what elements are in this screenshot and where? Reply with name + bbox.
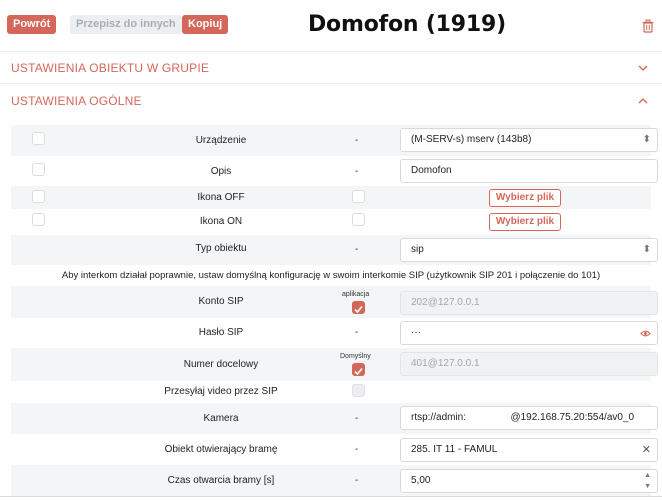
check-icon	[354, 305, 363, 314]
gate-object-dash: -	[355, 444, 359, 455]
target-number-label: Numer docelowy	[183, 359, 259, 370]
gate-object-row: Obiekt otwierający bramę - 285. IT 11 - …	[11, 434, 658, 465]
sip-account-tag: aplikacja	[342, 291, 370, 298]
object-type-select[interactable]: sip ⬍	[400, 238, 658, 262]
sip-info-note: Aby interkom działał poprawnie, ustaw do…	[61, 270, 601, 281]
sip-account-checkbox[interactable]	[352, 301, 365, 314]
page-title: Domofon (1919)	[308, 12, 506, 37]
description-label: Opis	[210, 166, 232, 177]
description-checkbox[interactable]	[32, 163, 45, 176]
sip-password-input[interactable]: ···	[400, 321, 658, 345]
device-value: (M-SERV-s) mserv (143b8)	[411, 134, 532, 145]
select-arrows-icon: ⬍	[642, 134, 651, 145]
device-checkbox[interactable]	[32, 132, 45, 145]
description-dash: -	[355, 166, 359, 177]
object-type-dash: -	[355, 244, 359, 255]
gate-time-label: Czas otwarcia bramy [s]	[167, 475, 275, 486]
general-settings-section[interactable]: USTAWIENIA OGÓLNE	[0, 83, 662, 123]
sip-account-row: Konto SIP aplikacja 202@127.0.0.1	[11, 286, 658, 318]
sip-account-label: Konto SIP	[198, 296, 244, 307]
target-number-checkbox[interactable]	[352, 363, 365, 376]
sip-password-row: Hasło SIP - ···	[11, 318, 658, 348]
chevron-down-icon[interactable]	[637, 62, 649, 74]
device-select[interactable]: (M-SERV-s) mserv (143b8) ⬍	[400, 128, 658, 152]
check-icon	[354, 367, 363, 376]
object-type-value: sip	[411, 244, 424, 255]
target-number-row: Numer docelowy Domyślny 401@127.0.0.1	[11, 348, 658, 381]
icon-on-checkbox[interactable]	[32, 213, 45, 226]
back-button[interactable]: Powrót	[7, 15, 57, 34]
eye-icon[interactable]	[640, 328, 651, 339]
icon-on-row: Ikona ON Wybierz plik	[11, 209, 651, 234]
description-value: Domofon	[411, 165, 452, 176]
gate-time-stepper[interactable]: 5,00 ▲ ▼	[400, 469, 658, 493]
gate-time-dash: -	[355, 475, 359, 486]
device-label: Urządzenie	[195, 135, 247, 146]
group-settings-section[interactable]: USTAWIENIA OBIEKTU W GRUPIE	[0, 51, 662, 83]
target-number-value: 401@127.0.0.1	[411, 358, 480, 369]
gate-time-row: Czas otwarcia bramy [s] - 5,00 ▲ ▼	[11, 465, 658, 496]
icon-on-choose-file-button[interactable]: Wybierz plik	[489, 213, 561, 231]
camera-dash: -	[355, 413, 359, 424]
camera-value: rtsp://admin: @192.168.75.20:554/av0_0	[411, 412, 635, 423]
sip-account-value: 202@127.0.0.1	[411, 297, 480, 308]
gate-object-value: 285. IT 11 - FAMUL	[411, 444, 498, 455]
device-dash: -	[355, 135, 359, 146]
video-sip-label: Przesyłaj video przez SIP	[164, 386, 278, 397]
gate-object-select[interactable]: 285. IT 11 - FAMUL ✕	[400, 438, 658, 462]
target-number-input[interactable]: 401@127.0.0.1	[400, 352, 658, 376]
icon-off-label: Ikona OFF	[197, 192, 245, 203]
copy-button[interactable]: Kopiuj	[182, 15, 229, 34]
top-toolbar: Powrót Przepisz do innych Kopiuj Domofon…	[0, 0, 662, 52]
icon-off-choose-file-button[interactable]: Wybierz plik	[489, 189, 561, 207]
sip-password-label: Hasło SIP	[198, 327, 244, 338]
camera-label: Kamera	[203, 413, 239, 424]
icon-on-mid-checkbox[interactable]	[352, 213, 365, 226]
description-row: Opis - Domofon	[11, 156, 658, 186]
object-type-label: Typ obiektu	[195, 243, 247, 254]
camera-input[interactable]: rtsp://admin: @192.168.75.20:554/av0_0	[400, 406, 658, 430]
icon-off-row: Ikona OFF Wybierz plik	[11, 186, 651, 209]
camera-row: Kamera - rtsp://admin: @192.168.75.20:55…	[11, 403, 658, 434]
sip-password-value: ···	[411, 327, 421, 338]
icon-on-label: Ikona ON	[199, 216, 243, 227]
sip-password-dash: -	[355, 327, 359, 338]
icon-off-checkbox[interactable]	[32, 190, 45, 203]
video-sip-row: Przesyłaj video przez SIP	[11, 381, 651, 403]
gate-time-value: 5,00	[411, 475, 431, 486]
device-row: Urządzenie - (M-SERV-s) mserv (143b8) ⬍	[11, 125, 658, 156]
select-arrows-icon: ⬍	[642, 244, 651, 255]
clear-icon[interactable]: ✕	[642, 439, 651, 461]
move-to-others-button[interactable]: Przepisz do innych	[70, 15, 182, 34]
sip-account-input[interactable]: 202@127.0.0.1	[400, 291, 658, 315]
description-input[interactable]: Domofon	[400, 159, 658, 183]
section-title-group: USTAWIENIA OBIEKTU W GRUPIE	[11, 61, 210, 75]
target-number-tag: Domyślny	[340, 353, 371, 360]
video-sip-checkbox[interactable]	[352, 384, 365, 397]
object-type-row: Typ obiektu - sip ⬍	[11, 235, 658, 265]
chevron-up-icon[interactable]	[637, 95, 649, 107]
gate-object-label: Obiekt otwierający bramę	[164, 444, 278, 455]
section-title-general: USTAWIENIA OGÓLNE	[11, 94, 142, 108]
bottom-divider	[0, 496, 662, 497]
trash-icon[interactable]	[641, 19, 655, 33]
icon-off-mid-checkbox[interactable]	[352, 190, 365, 203]
stepper-arrows-icon[interactable]: ▲ ▼	[644, 470, 651, 492]
